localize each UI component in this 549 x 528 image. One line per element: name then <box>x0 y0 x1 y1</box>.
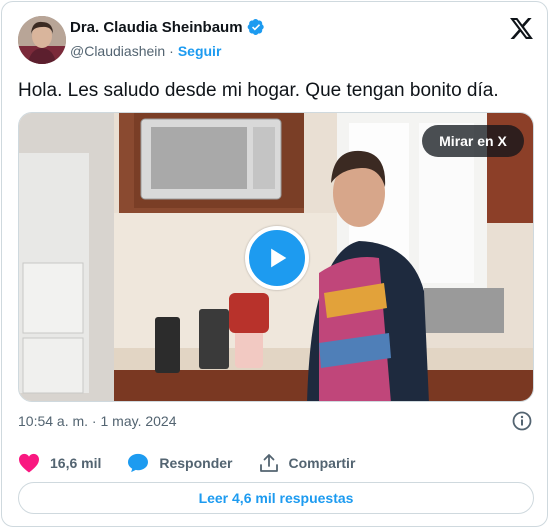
likes-count: 16,6 mil <box>50 455 102 471</box>
tweet-text: Hola. Les saludo desde mi hogar. Que ten… <box>18 80 499 101</box>
reply-bubble-icon <box>128 453 149 473</box>
share-button[interactable]: Compartir <box>259 453 356 473</box>
share-icon <box>259 454 278 472</box>
read-replies-button[interactable]: Leer 4,6 mil respuestas <box>18 482 534 514</box>
author-name[interactable]: Dra. Claudia Sheinbaum <box>70 19 243 36</box>
avatar[interactable] <box>18 16 66 64</box>
play-icon[interactable] <box>245 226 309 290</box>
share-label: Compartir <box>288 455 356 471</box>
follow-button[interactable]: Seguir <box>178 43 222 59</box>
info-icon[interactable] <box>512 411 532 431</box>
reply-button[interactable]: Responder <box>127 453 233 473</box>
like-button[interactable]: 16,6 mil <box>18 453 101 473</box>
author-handle[interactable]: @Claudiashein <box>70 43 165 59</box>
x-logo-icon[interactable] <box>510 18 533 39</box>
tweet-actions: 16,6 mil Responder Compartir <box>18 452 381 474</box>
reply-label: Responder <box>159 455 233 471</box>
avatar-image <box>18 16 66 64</box>
author-name-row: Dra. Claudia Sheinbaum <box>70 18 265 36</box>
verified-badge-icon <box>247 18 265 36</box>
author-handle-row: @Claudiashein · Seguir <box>70 43 221 59</box>
watch-on-x-button[interactable]: Mirar en X <box>422 125 524 157</box>
separator-dot: · <box>169 43 174 59</box>
heart-icon <box>19 453 39 473</box>
tweet-card: Dra. Claudia Sheinbaum @Claudiashein · S… <box>1 1 548 527</box>
tweet-timestamp[interactable]: 10:54 a. m. · 1 may. 2024 <box>18 413 177 429</box>
